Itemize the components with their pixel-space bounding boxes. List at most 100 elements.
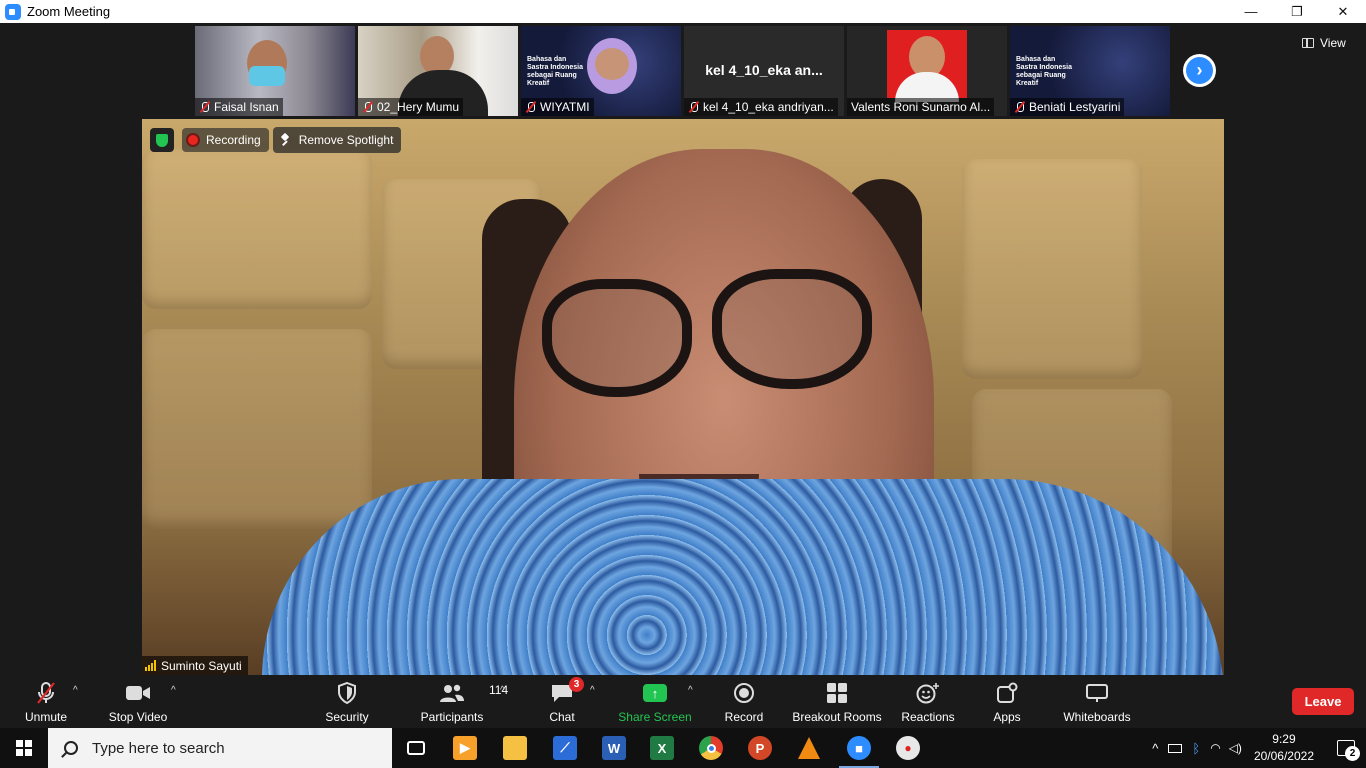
taskbar-app-vlc[interactable]: [785, 728, 833, 768]
participant-tile[interactable]: Valents Roni Sunarno Al...: [847, 26, 1007, 116]
taskbar-app-word[interactable]: W: [590, 728, 638, 768]
share-screen-icon: ↑: [643, 679, 667, 707]
zoom-icon: ■: [847, 736, 871, 760]
wifi-icon[interactable]: ◠: [1210, 741, 1220, 755]
participant-tile[interactable]: Bahasa dan Sastra Indonesia sebagai Ruan…: [521, 26, 681, 116]
stop-video-label: Stop Video: [108, 710, 168, 724]
shared-slide-text: Bahasa dan Sastra Indonesia sebagai Ruan…: [527, 56, 584, 87]
taskbar-app-paint[interactable]: ●: [884, 728, 932, 768]
taskbar-app-explorer[interactable]: [491, 728, 539, 768]
remove-spotlight-label: Remove Spotlight: [298, 133, 394, 147]
view-icon: [1302, 38, 1314, 48]
taskbar-search-box[interactable]: Type here to search: [48, 728, 392, 768]
participant-video: [249, 66, 285, 86]
shared-slide-text: Bahasa dan Sastra Indonesia sebagai Ruan…: [1016, 56, 1073, 87]
participant-name-bar: Beniati Lestyarini: [1010, 98, 1125, 116]
chat-options-caret-icon[interactable]: ^: [590, 685, 595, 696]
mic-muted-icon: [1014, 101, 1025, 113]
participant-name-bar: Faisal Isnan: [195, 98, 283, 116]
meeting-status-badges: Recording Remove Spotlight: [150, 127, 402, 153]
taskbar-app-excel[interactable]: X: [638, 728, 686, 768]
shield-icon: [337, 679, 357, 707]
restore-button[interactable]: ❐: [1274, 0, 1320, 23]
clock[interactable]: 9:29 20/06/2022: [1254, 731, 1314, 765]
participant-tile[interactable]: kel 4_10_eka an... kel 4_10_eka andriyan…: [684, 26, 844, 116]
clock-time: 9:29: [1272, 732, 1296, 746]
paint-icon: ●: [896, 736, 920, 760]
window-controls: — ❐ ✕: [1228, 0, 1366, 23]
share-screen-button[interactable]: ↑ Share Screen: [618, 675, 692, 728]
participant-name-bar: WIYATMI: [521, 98, 594, 116]
apps-button[interactable]: Apps: [990, 675, 1024, 728]
chevron-up-icon[interactable]: ^: [1152, 741, 1158, 756]
task-view-button[interactable]: [392, 728, 440, 768]
taskbar-app-media[interactable]: ▶: [441, 728, 489, 768]
speaker-video[interactable]: [142, 119, 1224, 675]
participant-name-bar: kel 4_10_eka andriyan...: [684, 98, 838, 116]
participants-button[interactable]: 114 Participants: [418, 675, 509, 728]
taskbar-app-zoom[interactable]: ■: [835, 728, 883, 768]
meeting-toolbar: Unmute ^ Stop Video ^ Security 114 Parti…: [0, 675, 1366, 728]
leave-button[interactable]: Leave: [1292, 688, 1354, 715]
participants-label: Participants: [420, 710, 484, 724]
participant-name-bar: Valents Roni Sunarno Al...: [847, 98, 995, 116]
breakout-rooms-button[interactable]: Breakout Rooms: [790, 675, 884, 728]
volume-icon[interactable]: ◁): [1229, 741, 1242, 755]
notification-center-button[interactable]: 2: [1326, 728, 1366, 768]
next-page-button[interactable]: ›: [1183, 54, 1216, 87]
participants-icon: 114: [439, 679, 508, 707]
glasses: [712, 269, 872, 389]
wall-panel: [142, 329, 372, 529]
start-button[interactable]: [0, 728, 48, 768]
participants-options-caret-icon[interactable]: ^: [500, 685, 505, 696]
participant-name: WIYATMI: [540, 100, 590, 114]
whiteboards-button[interactable]: Whiteboards: [1060, 675, 1134, 728]
participant-video: [595, 48, 629, 80]
wall-panel: [142, 149, 372, 309]
document-app-icon: ⟋: [553, 736, 577, 760]
reactions-button[interactable]: Reactions: [900, 675, 956, 728]
pin-icon: [279, 134, 291, 146]
taskbar-app-chrome[interactable]: [687, 728, 735, 768]
remove-spotlight-button[interactable]: Remove Spotlight: [272, 127, 402, 153]
excel-icon: X: [650, 736, 674, 760]
taskbar-app-powerpoint[interactable]: P: [736, 728, 784, 768]
participant-tile[interactable]: Bahasa dan Sastra Indonesia sebagai Ruan…: [1010, 26, 1170, 116]
participant-display-name: kel 4_10_eka an...: [705, 62, 823, 78]
smiley-icon: [916, 679, 940, 707]
encryption-shield-icon[interactable]: [150, 128, 174, 152]
share-options-caret-icon[interactable]: ^: [688, 685, 693, 696]
audio-options-caret-icon[interactable]: ^: [73, 685, 78, 696]
share-screen-label: Share Screen: [618, 710, 692, 724]
participant-tile[interactable]: Faisal Isnan: [195, 26, 355, 116]
taskbar-app-pdf[interactable]: ⟋: [541, 728, 589, 768]
close-button[interactable]: ✕: [1320, 0, 1366, 23]
speaker-name: Suminto Sayuti: [161, 658, 242, 673]
security-button[interactable]: Security: [320, 675, 374, 728]
mic-muted-icon: [688, 101, 699, 113]
powerpoint-icon: P: [748, 736, 772, 760]
windows-taskbar: Type here to search ▶ ⟋ W X P ■ ● ^ ᛒ ◠ …: [0, 728, 1366, 768]
video-options-caret-icon[interactable]: ^: [171, 685, 176, 696]
chat-button[interactable]: 3 Chat: [545, 675, 584, 728]
speaker-name-tag: Suminto Sayuti: [142, 656, 248, 675]
record-button[interactable]: Record: [722, 675, 766, 728]
zoom-app-icon: [5, 3, 21, 20]
recording-dot-icon: [188, 135, 198, 145]
view-button[interactable]: View: [1302, 33, 1346, 53]
recording-indicator[interactable]: Recording: [182, 128, 269, 152]
word-icon: W: [602, 736, 626, 760]
bluetooth-icon[interactable]: ᛒ: [1192, 741, 1200, 756]
record-icon: [733, 679, 755, 707]
folder-icon: [503, 736, 527, 760]
unmute-button[interactable]: Unmute: [20, 675, 72, 728]
stop-video-button[interactable]: Stop Video: [105, 675, 171, 728]
chat-unread-badge: 3: [569, 677, 584, 692]
apps-label: Apps: [993, 710, 1021, 724]
speaker-shirt: [262, 479, 1224, 675]
participant-tile[interactable]: 02_Hery Mumu: [358, 26, 518, 116]
battery-icon[interactable]: [1168, 743, 1183, 753]
unmute-label: Unmute: [24, 710, 68, 724]
minimize-button[interactable]: —: [1228, 0, 1274, 23]
vlc-icon: [797, 736, 821, 760]
